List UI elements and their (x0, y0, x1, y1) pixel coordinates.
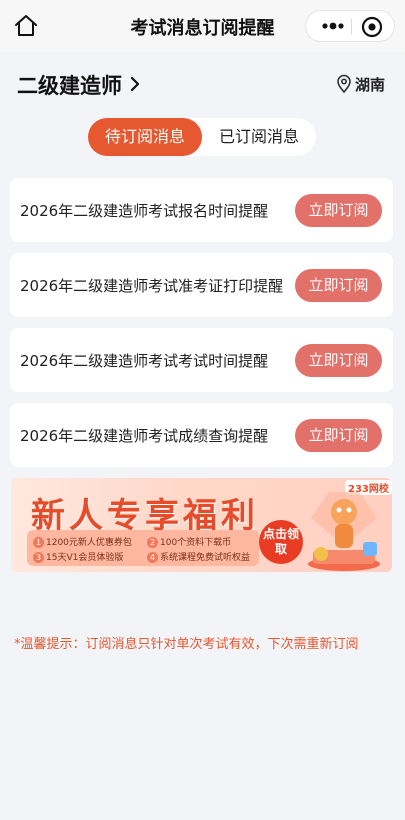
reminder-card: 2026年二级建造师考试考试时间提醒 立即订阅 (10, 328, 393, 392)
reminder-title: 2026年二级建造师考试报名时间提醒 (20, 202, 269, 220)
newcomer-promo-banner[interactable]: 新人专享福利 233网校 1 1200元新人优惠券包 2 100个资料下载币 3 15… (11, 478, 392, 572)
subscribe-button[interactable]: 立即订阅 (295, 269, 382, 302)
reminder-card: 2026年二级建造师考试准考证打印提醒 立即订阅 (10, 253, 393, 317)
capsule-divider (351, 19, 352, 35)
claim-button[interactable]: 点击领取 (259, 520, 303, 564)
perk-item: 3 15天V1会员体验版 (33, 550, 123, 563)
location-label[interactable]: 湖南 (355, 74, 385, 95)
reminder-title: 2026年二级建造师考试准考证打印提醒 (20, 277, 284, 295)
reminder-title: 2026年二级建造师考试考试时间提醒 (20, 352, 269, 370)
subscription-tip: *温馨提示：订阅消息只针对单次考试有效，下次需重新订阅 (14, 637, 359, 652)
mascot-illustration (299, 488, 389, 572)
more-icon[interactable] (318, 11, 348, 41)
tab-pending[interactable]: 待订阅消息 (88, 118, 202, 156)
perk-list: 1 1200元新人优惠券包 2 100个资料下载币 3 15天V1会员体验版 4 系统课… (27, 530, 259, 566)
reminder-card: 2026年二级建造师考试成绩查询提醒 立即订阅 (10, 403, 393, 467)
exam-selector[interactable]: 二级建造师 (17, 70, 122, 100)
subscription-tabs: 待订阅消息 已订阅消息 (88, 118, 316, 156)
close-icon[interactable] (360, 15, 384, 39)
location-pin-icon[interactable] (336, 74, 352, 94)
subscribe-button[interactable]: 立即订阅 (295, 194, 382, 227)
perk-item: 1 1200元新人优惠券包 (33, 535, 132, 548)
nav-bar: 考试消息订阅提醒 (0, 0, 405, 52)
reminder-title: 2026年二级建造师考试成绩查询提醒 (20, 427, 269, 445)
perk-item: 2 100个资料下载币 (147, 535, 231, 548)
chevron-right-icon[interactable] (127, 73, 143, 95)
reminder-card: 2026年二级建造师考试报名时间提醒 立即订阅 (10, 178, 393, 242)
mini-program-capsule (305, 10, 395, 42)
tab-subscribed[interactable]: 已订阅消息 (202, 118, 316, 156)
perk-item: 4 系统课程免费试听权益 (147, 550, 250, 563)
subscribe-button[interactable]: 立即订阅 (295, 344, 382, 377)
subscribe-button[interactable]: 立即订阅 (295, 419, 382, 452)
